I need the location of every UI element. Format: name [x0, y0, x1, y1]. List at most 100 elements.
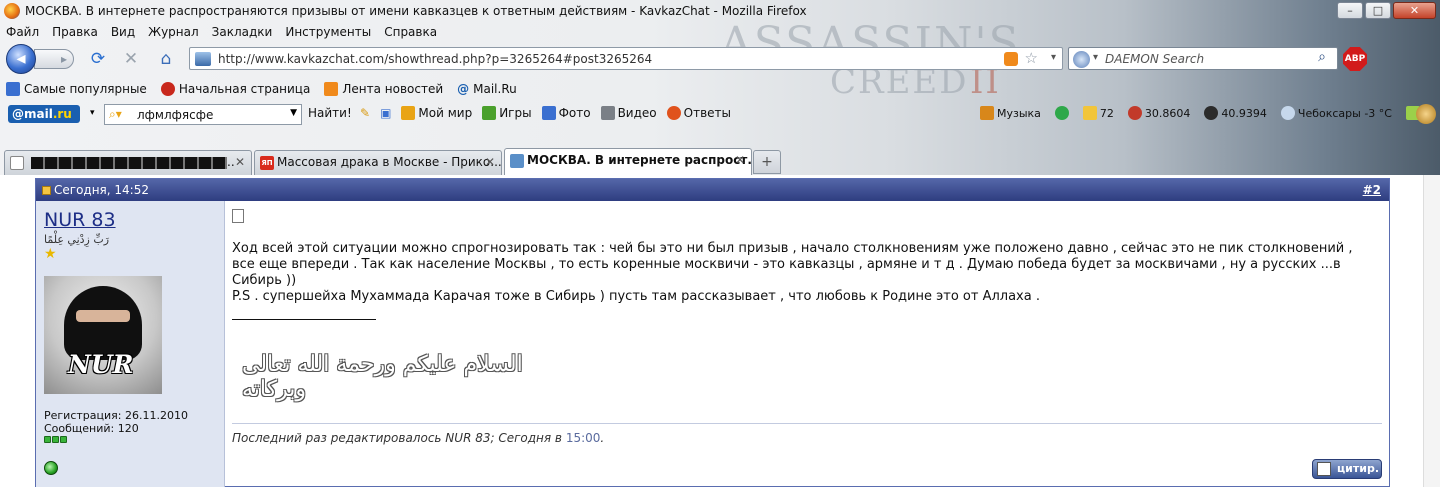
rss-icon[interactable]: [1004, 52, 1018, 66]
usd-widget[interactable]: 30.8604: [1127, 106, 1190, 120]
mailru-link-games[interactable]: Игры: [482, 106, 532, 120]
pencil-icon[interactable]: ✎: [360, 106, 370, 120]
quote-button[interactable]: цитир.: [1312, 459, 1382, 479]
search-engine-icon[interactable]: [1073, 51, 1090, 68]
post-status-icon: [42, 185, 51, 195]
minimize-button[interactable]: –: [1337, 2, 1363, 19]
stop-icon[interactable]: ✕: [121, 49, 141, 69]
mail-count: 72: [1099, 106, 1114, 120]
close-button[interactable]: ✕: [1393, 2, 1436, 19]
window-icon[interactable]: ▣: [380, 106, 391, 120]
mailru-dropdown-icon[interactable]: ▾: [90, 108, 95, 118]
quote-icon: [1317, 462, 1331, 476]
new-tab-button[interactable]: +: [753, 150, 781, 174]
link-label: Видео: [617, 106, 657, 120]
avatar-eyes: [76, 310, 130, 322]
back-button[interactable]: ◂: [6, 44, 36, 74]
chevron-down-icon[interactable]: ▼: [290, 108, 297, 118]
bookmark-star-icon[interactable]: ☆: [1025, 49, 1038, 67]
dollar-icon: [1127, 106, 1142, 120]
scrollbar[interactable]: [1423, 175, 1440, 487]
mailru-link-video[interactable]: Видео: [600, 106, 657, 120]
maximize-button[interactable]: □: [1365, 2, 1391, 19]
menu-file[interactable]: Файл: [0, 23, 46, 41]
user-info-panel: NUR 83 رَبِّ زِدْنِي عِلْمًا ★ NUR Регис…: [36, 201, 225, 487]
site-favicon-icon: [195, 52, 211, 66]
eur-widget[interactable]: 40.9394: [1204, 106, 1267, 120]
redacted-title: [31, 157, 227, 169]
mailru-logo[interactable]: @mail.ru: [8, 105, 80, 123]
music-label: Музыка: [997, 106, 1041, 120]
post-number-link[interactable]: #2: [1363, 183, 1381, 197]
music-widget[interactable]: Музыка: [980, 106, 1041, 120]
video-icon: [600, 106, 615, 120]
quote-button-label: цитир.: [1337, 462, 1379, 475]
post-paragraph: Ход всей этой ситуации можно спрогнозиро…: [232, 241, 1353, 288]
window-title: МОСКВА. В интернете распространяются при…: [25, 4, 807, 18]
firefox-icon: [4, 3, 20, 19]
url-bar[interactable]: http://www.kavkazchat.com/showthread.php…: [189, 47, 1063, 70]
menu-bookmarks[interactable]: Закладки: [206, 23, 280, 41]
bookmark-mailru[interactable]: @ Mail.Ru: [457, 78, 517, 100]
search-engine-dropdown-icon[interactable]: ▾: [1093, 52, 1098, 63]
mailru-find-button[interactable]: Найти!: [308, 106, 352, 120]
post-header: Сегодня, 14:52 #2: [36, 179, 1389, 201]
edit-note-text: Последний раз редактировалось NUR 83; Се…: [232, 431, 566, 445]
mail-widget[interactable]: 72: [1082, 106, 1114, 120]
bookmark-most-visited[interactable]: Самые популярные: [6, 78, 147, 100]
username-link[interactable]: NUR 83: [44, 209, 116, 231]
edit-time: 15:00: [565, 431, 601, 445]
navigation-toolbar: ▸ ◂ ⟳ ✕ ⌂ http://www.kavkazchat.com/show…: [0, 42, 1440, 76]
cloud-icon: [1280, 106, 1295, 120]
close-tab-icon[interactable]: ✕: [233, 155, 247, 169]
forward-button[interactable]: ▸: [34, 49, 74, 69]
mailru-link-photo[interactable]: Фото: [541, 106, 591, 120]
post-message: Ход всей этой ситуации можно спрогнозиро…: [232, 241, 1372, 305]
browser-chrome: ASSASSIN'S CREED II МОСКВА. В интернете …: [0, 0, 1440, 175]
menu-history[interactable]: Журнал: [142, 23, 206, 41]
home-icon[interactable]: ⌂: [156, 49, 176, 69]
avatar-hood: [64, 286, 142, 360]
agent-icon[interactable]: [1054, 106, 1069, 120]
search-icon[interactable]: ⌕: [1311, 49, 1333, 68]
edit-divider: [232, 423, 1382, 424]
eur-rate: 40.9394: [1221, 106, 1267, 120]
weather-widget[interactable]: Чебоксары -3 °C: [1280, 106, 1392, 120]
url-text: http://www.kavkazchat.com/showthread.php…: [218, 52, 653, 66]
bookmark-label: Самые популярные: [24, 82, 147, 96]
url-dropdown-icon[interactable]: ▾: [1051, 52, 1056, 63]
people-icon: [401, 106, 416, 120]
mailru-logo-at: @mail: [12, 107, 53, 121]
menu-view[interactable]: Вид: [105, 23, 142, 41]
mailru-search-input[interactable]: ⌕▾ лфмлфясфе ▼: [104, 104, 302, 125]
adblock-button[interactable]: ABP: [1343, 47, 1367, 71]
mailru-link-moimir[interactable]: Мой мир: [401, 106, 472, 120]
post-icon: [232, 209, 244, 223]
close-tab-icon[interactable]: ✕: [733, 153, 747, 167]
close-tab-icon[interactable]: ✕: [483, 155, 497, 169]
tab-label: МОСКВА. В интернете распрост...: [527, 153, 752, 167]
search-box[interactable]: ▾ DAEMON Search ⌕: [1068, 47, 1338, 70]
forum-post: Сегодня, 14:52 #2 NUR 83 رَبِّ زِدْنِي ع…: [35, 178, 1390, 487]
menu-bar: Файл Правка Вид Журнал Закладки Инструме…: [0, 23, 444, 41]
bookmark-start-page[interactable]: Начальная страница: [160, 78, 310, 100]
menu-help[interactable]: Справка: [378, 23, 444, 41]
rep-pip: [60, 436, 67, 443]
menu-edit[interactable]: Правка: [46, 23, 105, 41]
photo-icon: [541, 106, 556, 120]
tab-redacted[interactable]: .. ✕: [4, 150, 252, 175]
menu-tools[interactable]: Инструменты: [279, 23, 378, 41]
tab-moscow-active[interactable]: МОСКВА. В интернете распрост... ✕: [504, 148, 752, 175]
bookmark-icon: [6, 82, 20, 96]
gear-icon[interactable]: [1416, 104, 1436, 124]
tab-mass-fight[interactable]: ЯП Массовая драка в Москве - Прико... ✕: [254, 150, 502, 175]
user-title: رَبِّ زِدْنِي عِلْمًا: [44, 233, 110, 246]
mailru-link-answers[interactable]: Ответы: [666, 106, 731, 120]
kavkazchat-favicon-icon: [510, 154, 524, 168]
bookmark-news-feed[interactable]: Лента новостей: [324, 78, 443, 100]
mailru-logo-domain: .ru: [52, 107, 72, 121]
reload-icon[interactable]: ⟳: [88, 49, 108, 69]
link-label: Игры: [499, 106, 532, 120]
avatar[interactable]: NUR: [44, 276, 162, 394]
chat-icon: [1054, 106, 1069, 120]
